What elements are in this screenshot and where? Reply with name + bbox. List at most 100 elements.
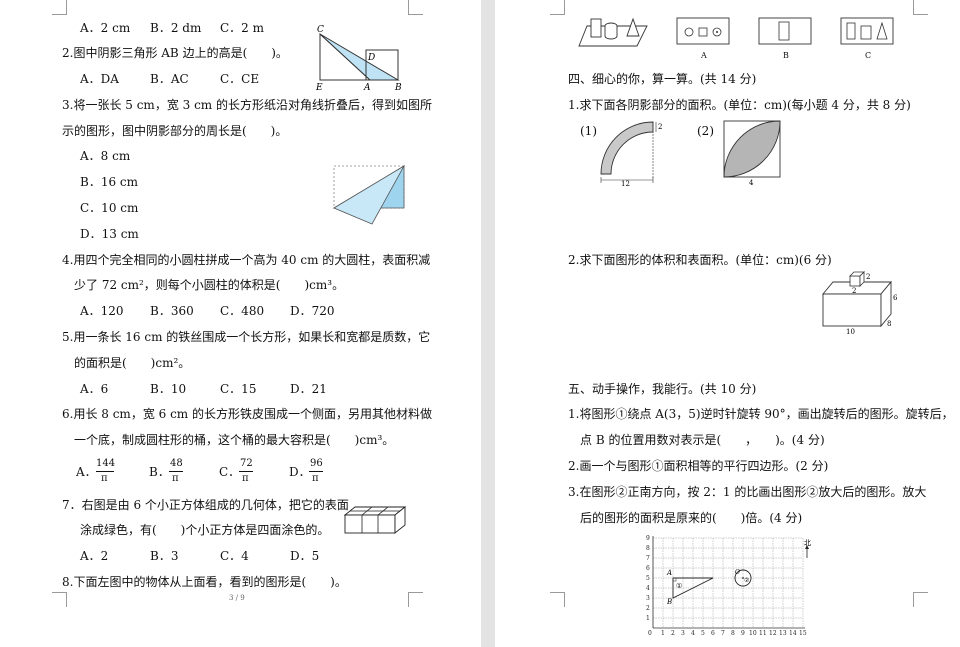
quarter-ring-figure: 12 2 xyxy=(600,121,662,188)
s5-q1-line2: 点 B 的位置用数对表示是( ， )。(4 分) xyxy=(580,433,825,447)
y-tick: 3 xyxy=(646,595,650,602)
view-option-b-figure xyxy=(758,17,812,45)
q2-option-c[interactable]: C．CE xyxy=(220,72,259,86)
crop-mark xyxy=(52,0,67,15)
q6-option-d-numerator: 96 xyxy=(310,458,323,469)
cube-edge-label: 2 xyxy=(852,287,856,295)
view-label-b[interactable]: B xyxy=(783,51,789,60)
q7-option-b[interactable]: B．3 xyxy=(150,549,178,563)
q4-option-a[interactable]: A．120 xyxy=(80,304,124,318)
q6-option-d-denominator: π xyxy=(312,473,319,484)
x-tick: 10 xyxy=(749,630,757,637)
x-tick: 8 xyxy=(731,630,735,637)
q5-stem-line1: 5.用一条长 16 cm 的铁丝围成一个长方形，如果长和宽都是质数，它 xyxy=(62,330,431,344)
crop-mark xyxy=(408,592,423,607)
y-tick: 5 xyxy=(646,575,650,582)
square-side-label: 4 xyxy=(749,179,754,187)
q2-label-e: E xyxy=(315,83,323,93)
q3-option-c[interactable]: C．10 cm xyxy=(80,201,138,215)
q4-option-b[interactable]: B．360 xyxy=(150,304,194,318)
crop-mark xyxy=(913,0,928,15)
crop-mark xyxy=(52,592,67,607)
point-b-label: B xyxy=(666,598,672,606)
q3-stem-line2: 示的图形，图中阴影部分的周长是( )。 xyxy=(62,124,288,138)
q3-folded-rectangle-figure xyxy=(332,164,406,225)
q5-stem-line2: 的面积是( )cm²。 xyxy=(74,356,191,370)
x-tick: 2 xyxy=(671,630,675,637)
cuboid-height-label: 6 xyxy=(893,294,898,302)
q5-option-a[interactable]: A．6 xyxy=(80,382,108,396)
x-tick: 11 xyxy=(759,630,767,637)
q4-stem-line1: 4.用四个完全相同的小圆柱拼成一个高为 40 cm 的大圆柱，表面积减 xyxy=(62,253,431,267)
q4-option-c[interactable]: C．480 xyxy=(220,304,264,318)
x-tick: 1 xyxy=(661,630,665,637)
q2-stem: 2.图中阴影三角形 AB 边上的高是( )。 xyxy=(62,46,288,60)
crop-mark xyxy=(550,0,565,15)
cuboid-width-label: 8 xyxy=(887,320,891,328)
q7-stem-line2: 涂成绿色，有( )个小正方体是四面涂色的。 xyxy=(80,523,330,537)
y-tick: 4 xyxy=(646,585,650,592)
crop-mark xyxy=(913,592,928,607)
q1-option-b[interactable]: B．2 dm xyxy=(150,21,201,35)
q1-option-a[interactable]: A．2 cm xyxy=(80,21,130,35)
q2-option-b[interactable]: B．AC xyxy=(150,72,189,86)
q6-option-a-letter: A． xyxy=(76,465,97,479)
x-tick: 13 xyxy=(779,630,787,637)
y-tick: 6 xyxy=(646,565,650,572)
s5-q3-line2: 后的图形的面积是原来的( )倍。(4 分) xyxy=(580,511,803,525)
left-page: A．2 cm B．2 dm C．2 m 2.图中阴影三角形 AB 边上的高是( … xyxy=(0,0,481,647)
q6-option-b-letter: B． xyxy=(149,465,170,479)
q7-cubes-figure xyxy=(343,506,407,534)
q2-triangle-figure: C D E A B xyxy=(315,25,402,93)
x-tick: 5 xyxy=(701,630,705,637)
q5-option-c[interactable]: C．15 xyxy=(220,382,256,396)
y-tick-labels: 1 2 3 4 5 6 7 8 9 xyxy=(646,535,650,622)
q7-option-c[interactable]: C．4 xyxy=(220,549,249,563)
crop-mark xyxy=(408,0,423,15)
shape-2-label: ② xyxy=(744,577,749,584)
q2-label-b: B xyxy=(394,83,402,93)
q6-option-a-denominator: π xyxy=(101,473,108,484)
fraction-bar xyxy=(96,471,114,472)
q4-stem-line2: 少了 72 cm²，则每个小圆柱的体积是( )cm³。 xyxy=(74,278,345,292)
q3-stem-line1: 3.将一张长 5 cm，宽 3 cm 的长方形纸沿对角线折叠后，得到如图所 xyxy=(62,98,432,112)
q2-label-a: A xyxy=(363,83,371,93)
q1-option-c[interactable]: C．2 m xyxy=(220,21,264,35)
x-tick: 3 xyxy=(681,630,685,637)
q6-option-b-numerator: 48 xyxy=(170,458,183,469)
q7-option-d[interactable]: D．5 xyxy=(290,549,319,563)
q2-label-d: D xyxy=(367,53,375,63)
view-option-a-figure xyxy=(676,17,730,45)
q4-option-d[interactable]: D．720 xyxy=(290,304,335,318)
q3-option-d[interactable]: D．13 cm xyxy=(80,227,139,241)
x-tick: 14 xyxy=(789,630,797,637)
view-option-c-figure xyxy=(840,17,894,45)
north-label: 北 xyxy=(804,539,811,547)
section4-title: 四、细心的你，算一算。(共 14 分) xyxy=(568,72,757,86)
cuboid-length-label: 10 xyxy=(846,328,855,336)
s4-q1-stem: 1.求下面各阴影部分的面积。(单位：cm)(每小题 4 分，共 8 分) xyxy=(568,98,911,112)
q8-stem: 8.下面左图中的物体从上面看，看到的图形是( )。 xyxy=(62,575,347,589)
x-tick: 9 xyxy=(741,630,745,637)
q6-option-d-letter: D． xyxy=(289,465,311,479)
s5-q3-line1: 3.在图形②正南方向，按 2：1 的比画出图形②放大后的图形。放大 xyxy=(568,485,927,499)
section5-title: 五、动手操作，我能行。(共 10 分) xyxy=(568,382,757,396)
x-tick: 0 xyxy=(648,630,652,637)
q6-option-c-denominator: π xyxy=(242,473,249,484)
q5-option-d[interactable]: D．21 xyxy=(290,382,327,396)
fraction-bar xyxy=(309,471,323,472)
view-label-c[interactable]: C xyxy=(865,51,871,60)
s5-q2: 2.画一个与图形①面积相等的平行四边形。(2 分) xyxy=(568,459,829,473)
q6-option-a-numerator: 144 xyxy=(96,458,116,469)
view-label-a[interactable]: A xyxy=(701,51,707,60)
q3-option-b[interactable]: B．16 cm xyxy=(80,175,138,189)
ring-thickness-label: 2 xyxy=(658,123,662,131)
q7-option-a[interactable]: A．2 xyxy=(80,549,108,563)
fraction-bar xyxy=(169,471,183,472)
center-o-label: O xyxy=(735,569,740,576)
q2-option-a[interactable]: A．DA xyxy=(80,72,119,86)
crop-mark xyxy=(550,592,565,607)
q5-option-b[interactable]: B．10 xyxy=(150,382,186,396)
page-number: 3 / 9 xyxy=(229,594,245,602)
q3-option-a[interactable]: A．8 cm xyxy=(80,149,130,163)
